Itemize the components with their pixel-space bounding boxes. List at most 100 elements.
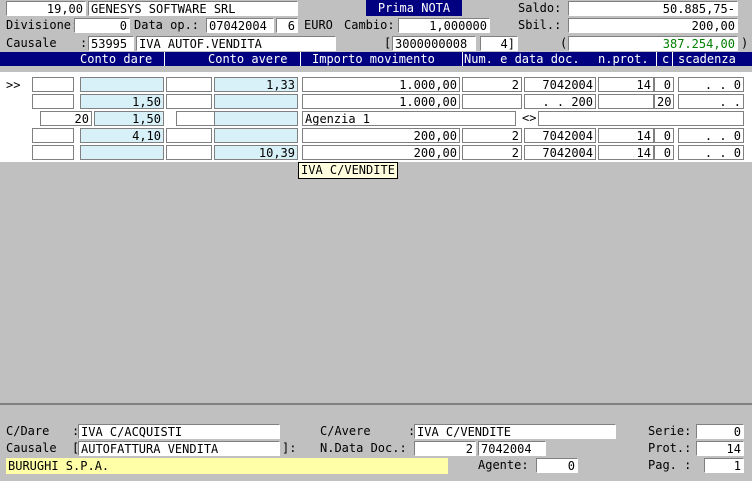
grid-cell-data[interactable]: 7042004 — [524, 77, 596, 92]
agente-field[interactable]: 0 — [536, 458, 578, 473]
grid-cell-avere-b[interactable] — [214, 128, 298, 143]
grid-cell-avere-b[interactable]: 1,33 — [214, 77, 298, 92]
paren-open: ( — [560, 36, 568, 50]
sbil-label: Sbil.: — [518, 18, 562, 32]
tooltip: IVA C/VENDITE — [298, 162, 398, 179]
causale-colon: : — [80, 36, 88, 50]
footer-causale-label: Causale — [6, 441, 57, 455]
col-nprot: n.prot. — [598, 52, 649, 66]
grid-cell-importo[interactable]: 1.000,00 — [302, 94, 460, 109]
cambio-label: Cambio: — [344, 18, 395, 32]
grid-cell-prot[interactable]: 14 — [598, 145, 654, 160]
grid-cell-dare-b[interactable] — [80, 77, 164, 92]
serie-label: Serie: — [648, 424, 692, 438]
pag-label: Pag. : — [648, 458, 692, 472]
grid-cell-scad[interactable]: . . — [678, 94, 744, 109]
grid-cell-scad[interactable]: . . 0 — [678, 77, 744, 92]
grid-cell-importo[interactable]: 200,00 — [302, 145, 460, 160]
row-marker: >> — [6, 78, 21, 92]
grid-cell-data[interactable]: <> — [520, 111, 538, 126]
saldo-field: 50.885,75- — [568, 1, 738, 16]
causale-label: Causale — [6, 36, 57, 50]
serie-field[interactable]: 0 — [696, 424, 744, 439]
grid-cell-dare-a[interactable] — [32, 128, 74, 143]
euro-label: EURO — [304, 18, 333, 32]
grid-cell-avere-b[interactable] — [214, 111, 298, 126]
green-amount-field: 387.254,00 — [568, 36, 738, 51]
grid-cell-dare-b[interactable]: 4,10 — [80, 128, 164, 143]
grid-cell-avere-a[interactable] — [166, 94, 212, 109]
col-c: c — [662, 52, 670, 66]
grid-cell-num[interactable]: 2 — [462, 128, 522, 143]
saldo-label: Saldo: — [518, 1, 562, 15]
ref-bracket: [ — [384, 36, 392, 50]
footer-causale-field[interactable]: AUTOFATTURA VENDITA — [78, 441, 280, 456]
grid-cell-prot[interactable] — [598, 94, 654, 109]
grid-cell-c[interactable]: 0 — [654, 128, 674, 143]
ndata-num-field[interactable]: 2 — [414, 441, 476, 456]
grid-cell-dare-a[interactable] — [32, 77, 74, 92]
col-scadenza: scadenza — [678, 52, 736, 66]
grid-cell-num[interactable] — [462, 94, 522, 109]
grid-cell-importo[interactable]: Agenzia 1 — [302, 111, 516, 126]
window-title: Prima NOTA — [366, 0, 462, 16]
grid-cell-num[interactable]: 2 — [462, 77, 522, 92]
company-name-field[interactable]: GENESYS SOFTWARE SRL — [88, 1, 298, 16]
grid-cell-data[interactable]: . . 200 — [524, 94, 596, 109]
divisione-label: Divisione: — [6, 18, 79, 32]
grid-cell-num[interactable]: 2 — [462, 145, 522, 160]
ref-code-field[interactable]: 3000000008 — [392, 36, 476, 51]
divisione-field[interactable]: 0 — [74, 18, 130, 33]
grid-cell-dare-a[interactable] — [32, 145, 74, 160]
causale-desc-field[interactable]: IVA AUTOF.VENDITA — [136, 36, 336, 51]
grid-cell-c[interactable]: 20 — [654, 94, 674, 109]
grid-cell-avere-b[interactable]: 10,39 — [214, 145, 298, 160]
grid-cell-avere-a[interactable] — [166, 145, 212, 160]
grid-cell-dare-b[interactable]: 1,50 — [80, 94, 164, 109]
grid-cell-importo[interactable]: 200,00 — [302, 128, 460, 143]
footer-causale-close: ]: — [282, 441, 297, 455]
grid-cell-avere-a[interactable] — [166, 128, 212, 143]
grid-cell-avere-b[interactable] — [214, 94, 298, 109]
grid-cell-data[interactable]: 7042004 — [524, 145, 596, 160]
pag-field[interactable]: 1 — [704, 458, 744, 473]
cambio-field[interactable]: 1,000000 — [398, 18, 490, 33]
col-num-data: Num. e data doc. — [464, 52, 580, 66]
grid-cell-dare-a[interactable]: 20 — [40, 111, 92, 126]
col-importo: Importo movimento — [312, 52, 435, 66]
data-op-num-field[interactable]: 6 — [276, 18, 298, 33]
grid-cell-prot[interactable]: 14 — [598, 128, 654, 143]
cdare-field[interactable]: IVA C/ACQUISTI — [78, 424, 280, 439]
company-code-field[interactable]: 19,00 — [6, 1, 86, 16]
grid-cell-scad[interactable]: . . 0 — [678, 128, 744, 143]
paren-close: ) — [741, 36, 749, 50]
column-header-bar: Conto dare Conto avere Importo movimento… — [0, 52, 752, 66]
data-op-field[interactable]: 07042004 — [206, 18, 274, 33]
ndata-label: N.Data Doc.: — [320, 441, 407, 455]
prot-field[interactable]: 14 — [696, 441, 744, 456]
sbil-field: 200,00 — [568, 18, 738, 33]
ref-num-field[interactable]: 4] — [480, 36, 518, 51]
grid-cell-prot[interactable]: 14 — [598, 77, 654, 92]
grid-cell-importo[interactable]: 1.000,00 — [302, 77, 460, 92]
grid-cell-dare-b[interactable]: 1,50 — [94, 111, 164, 126]
grid-cell-c[interactable]: 0 — [654, 145, 674, 160]
col-conto-avere: Conto avere — [208, 52, 288, 66]
col-conto-dare: Conto dare — [80, 52, 153, 66]
data-op-label: Data op.: — [134, 18, 200, 32]
ndata-date-field[interactable]: 7042004 — [478, 441, 546, 456]
grid-cell-dare-a[interactable] — [32, 94, 74, 109]
grid-cell-scad[interactable]: . . 0 — [678, 145, 744, 160]
cavere-label: C/Avere — [320, 424, 371, 438]
cavere-field[interactable]: IVA C/VENDITE — [414, 424, 616, 439]
cdare-label: C/Dare — [6, 424, 50, 438]
agente-label: Agente: — [478, 458, 529, 472]
client-name-bar: BURUGHI S.P.A. — [6, 458, 448, 474]
causale-code-field[interactable]: 53995 — [88, 36, 134, 51]
prot-label: Prot.: — [648, 441, 692, 455]
grid-cell-avere-a[interactable] — [166, 77, 212, 92]
grid-cell-dare-b[interactable] — [80, 145, 164, 160]
grid-cell-c[interactable]: 0 — [654, 77, 674, 92]
grid-cell-scad[interactable] — [538, 111, 744, 126]
grid-cell-data[interactable]: 7042004 — [524, 128, 596, 143]
